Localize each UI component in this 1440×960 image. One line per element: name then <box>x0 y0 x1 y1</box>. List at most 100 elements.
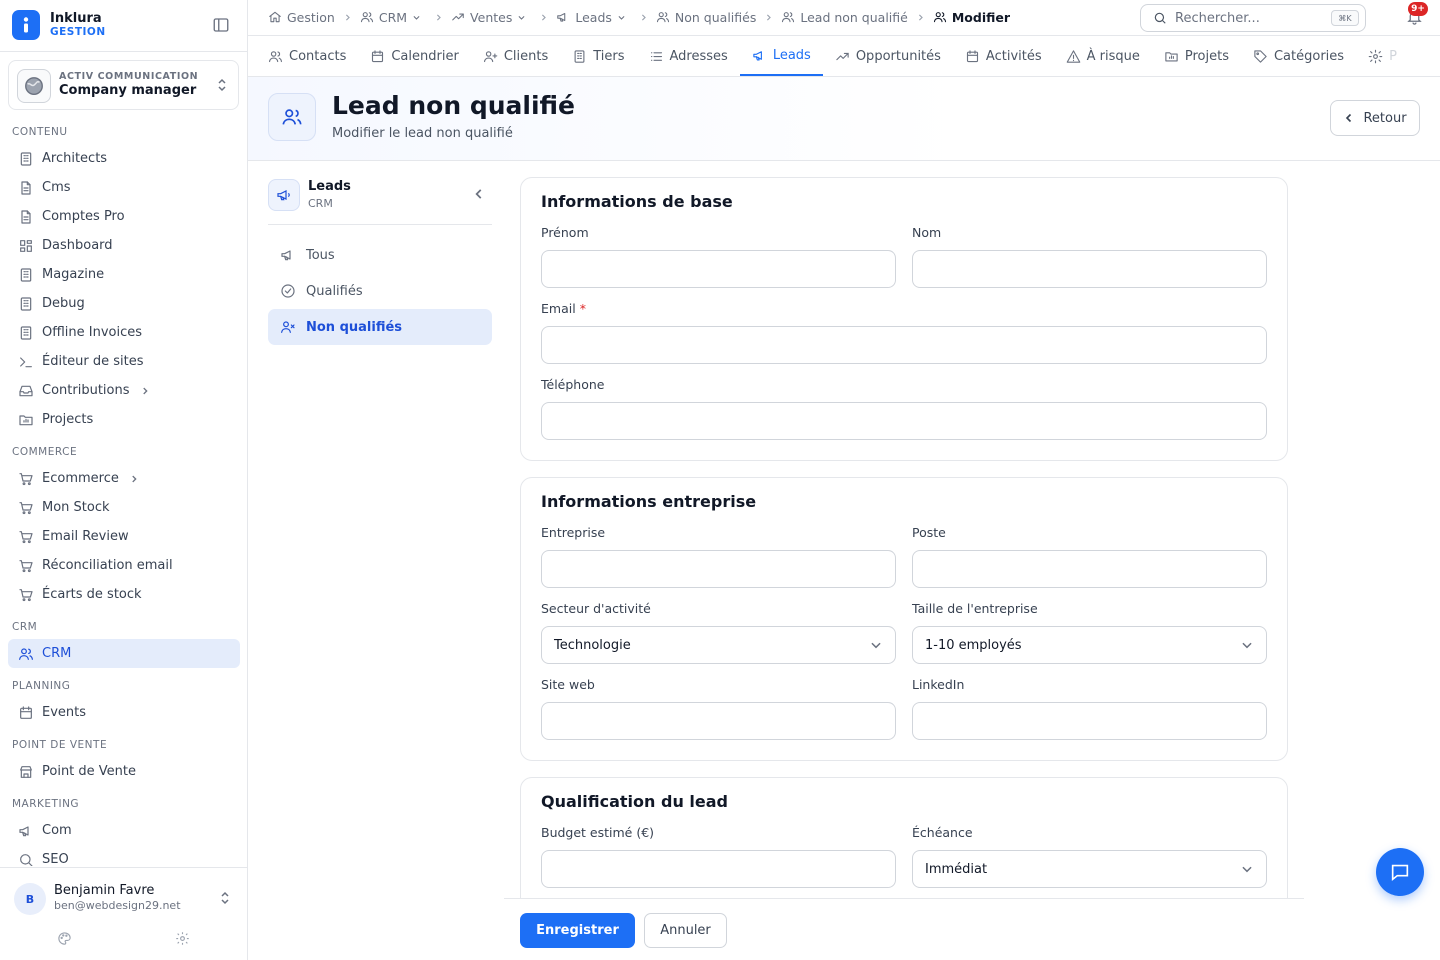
subnav-header: Leads CRM <box>268 177 492 225</box>
taille-de-l-entreprise-select[interactable]: 1-10 employés <box>912 626 1267 664</box>
chevron-right-icon <box>343 13 352 22</box>
app-name: Inklura <box>50 11 102 26</box>
cancel-button[interactable]: Annuler <box>644 913 727 948</box>
card-informations-entreprise: Informations entreprise Entreprise Poste Se… <box>520 477 1288 761</box>
field-linkedin: LinkedIn <box>912 677 1267 740</box>
sidebar-item-label: Écarts de stock <box>42 587 142 602</box>
breadcrumb-crm[interactable]: CRM <box>360 10 426 25</box>
field-label: Poste <box>912 525 1267 542</box>
tab-a-risque[interactable]: À risque <box>1054 36 1152 76</box>
subnav-item-label: Qualifiés <box>306 283 363 299</box>
entreprise-input[interactable] <box>541 550 896 588</box>
sidebar-item-magazine[interactable]: Magazine <box>8 260 240 289</box>
sidebar-item-comptes-pro[interactable]: Comptes Pro <box>8 202 240 231</box>
gear-icon[interactable] <box>175 931 190 946</box>
linkedin-input[interactable] <box>912 702 1267 740</box>
sidebar-item-dashboard[interactable]: Dashboard <box>8 231 240 260</box>
sidebar-item-debug[interactable]: Debug <box>8 289 240 318</box>
chevron-right-icon <box>140 386 150 396</box>
chevron-left-icon[interactable] <box>472 187 486 201</box>
subnav-item-tous[interactable]: Tous <box>268 237 492 273</box>
form-row: Site web LinkedIn <box>541 677 1267 740</box>
tab-activites[interactable]: Activités <box>953 36 1054 76</box>
telephone-input[interactable] <box>541 402 1267 440</box>
sidebar-toggle-icon[interactable] <box>212 16 230 34</box>
app-logo[interactable]: Inklura GESTION <box>12 10 236 42</box>
sidebar-item-crm[interactable]: CRM <box>8 639 240 668</box>
sidebar-item-offline-invoices[interactable]: Offline Invoices <box>8 318 240 347</box>
echeance-select[interactable]: Immédiat <box>912 850 1267 888</box>
chevron-down-icon[interactable] <box>517 13 531 22</box>
tab-clients[interactable]: Clients <box>471 36 560 76</box>
company-switcher[interactable]: ACTIV COMMUNICATION Company manager <box>8 60 239 110</box>
field-label-text: Nom <box>912 225 942 240</box>
secteur-d-activite-select[interactable]: Technologie <box>541 626 896 664</box>
building-icon <box>18 151 34 167</box>
tab-contacts[interactable]: Contacts <box>256 36 358 76</box>
sidebar-item-ecarts-de-stock[interactable]: Écarts de stock <box>8 580 240 609</box>
chat-button[interactable] <box>1376 848 1424 896</box>
sidebar-item-email-review[interactable]: Email Review <box>8 522 240 551</box>
site-web-input[interactable] <box>541 702 896 740</box>
users-icon <box>18 646 34 662</box>
breadcrumb-gestion[interactable]: Gestion <box>268 10 335 25</box>
user-email: ben@webdesign29.net <box>54 899 181 912</box>
breadcrumb-leads[interactable]: Leads <box>556 10 631 25</box>
poste-input[interactable] <box>912 550 1267 588</box>
chat-icon <box>1389 861 1411 883</box>
sidebar-item-events[interactable]: Events <box>8 698 240 727</box>
sidebar-item-projects[interactable]: Projects <box>8 405 240 434</box>
sidebar-item-reconciliation-email[interactable]: Réconciliation email <box>8 551 240 580</box>
tab-leads[interactable]: Leads <box>739 36 823 76</box>
tab-projets[interactable]: Projets <box>1152 36 1241 76</box>
chevron-down-icon[interactable] <box>412 13 426 22</box>
chevron-down-icon <box>869 638 883 652</box>
sidebar-item-architects[interactable]: Architects <box>8 144 240 173</box>
email-input[interactable] <box>541 326 1267 364</box>
field-nom: Nom <box>912 225 1267 288</box>
field-label: Téléphone <box>541 377 1267 394</box>
chevron-up-down-icon[interactable] <box>218 890 232 906</box>
subnav-item-qualifies[interactable]: Qualifiés <box>268 273 492 309</box>
breadcrumb-non-qualifies[interactable]: Non qualifiés <box>656 10 756 25</box>
chevron-down-icon[interactable] <box>617 13 631 22</box>
sidebar-item-ecommerce[interactable]: Ecommerce <box>8 464 240 493</box>
save-button[interactable]: Enregistrer <box>520 913 635 948</box>
tab-categories[interactable]: Catégories <box>1241 36 1356 76</box>
sidebar-item-editeur-de-sites[interactable]: Éditeur de sites <box>8 347 240 376</box>
user-panel[interactable]: B Benjamin Favre ben@webdesign29.net <box>0 867 247 960</box>
sidebar-item-mon-stock[interactable]: Mon Stock <box>8 493 240 522</box>
search-input[interactable]: Rechercher... ⌘K <box>1140 4 1366 32</box>
tab-tiers[interactable]: Tiers <box>560 36 636 76</box>
sidebar-item-cms[interactable]: Cms <box>8 173 240 202</box>
tab-opportunites[interactable]: Opportunités <box>823 36 953 76</box>
sidebar-item-label: Events <box>42 705 87 720</box>
alert-icon <box>1066 49 1087 64</box>
calendar-icon <box>370 49 391 64</box>
tab-label: Adresses <box>669 48 728 64</box>
module-tabs: Contacts Calendrier Clients Tiers Adresses Le… <box>248 36 1440 77</box>
tab-adresses[interactable]: Adresses <box>637 36 740 76</box>
sidebar-item-contributions[interactable]: Contributions <box>8 376 240 405</box>
breadcrumb-lead-non-qualifie[interactable]: Lead non qualifié <box>781 10 908 25</box>
sidebar-item-com[interactable]: Com <box>8 816 240 845</box>
budget-estime-input[interactable] <box>541 850 896 888</box>
nom-input[interactable] <box>912 250 1267 288</box>
subnav-item-non-qualifies[interactable]: Non qualifiés <box>268 309 492 345</box>
tab-p[interactable]: P <box>1356 36 1409 76</box>
tab-calendrier[interactable]: Calendrier <box>358 36 470 76</box>
home-icon <box>268 10 287 24</box>
sidebar: Inklura GESTION ACTIV COMMUNICATION Comp… <box>0 0 248 960</box>
users-icon <box>360 10 379 24</box>
sidebar-item-seo[interactable]: SEO <box>8 845 240 866</box>
megaphone-icon <box>280 247 306 263</box>
sidebar-item-point-de-vente[interactable]: Point de Vente <box>8 757 240 786</box>
breadcrumb-ventes[interactable]: Ventes <box>451 10 531 25</box>
users-icon <box>933 10 952 24</box>
sidebar-section-title: PLANNING <box>12 680 71 692</box>
page-header: Lead non qualifié Modifier le lead non q… <box>248 77 1440 161</box>
palette-icon[interactable] <box>57 931 72 946</box>
prenom-input[interactable] <box>541 250 896 288</box>
chevron-right-icon <box>434 13 443 22</box>
back-button[interactable]: Retour <box>1330 100 1420 136</box>
